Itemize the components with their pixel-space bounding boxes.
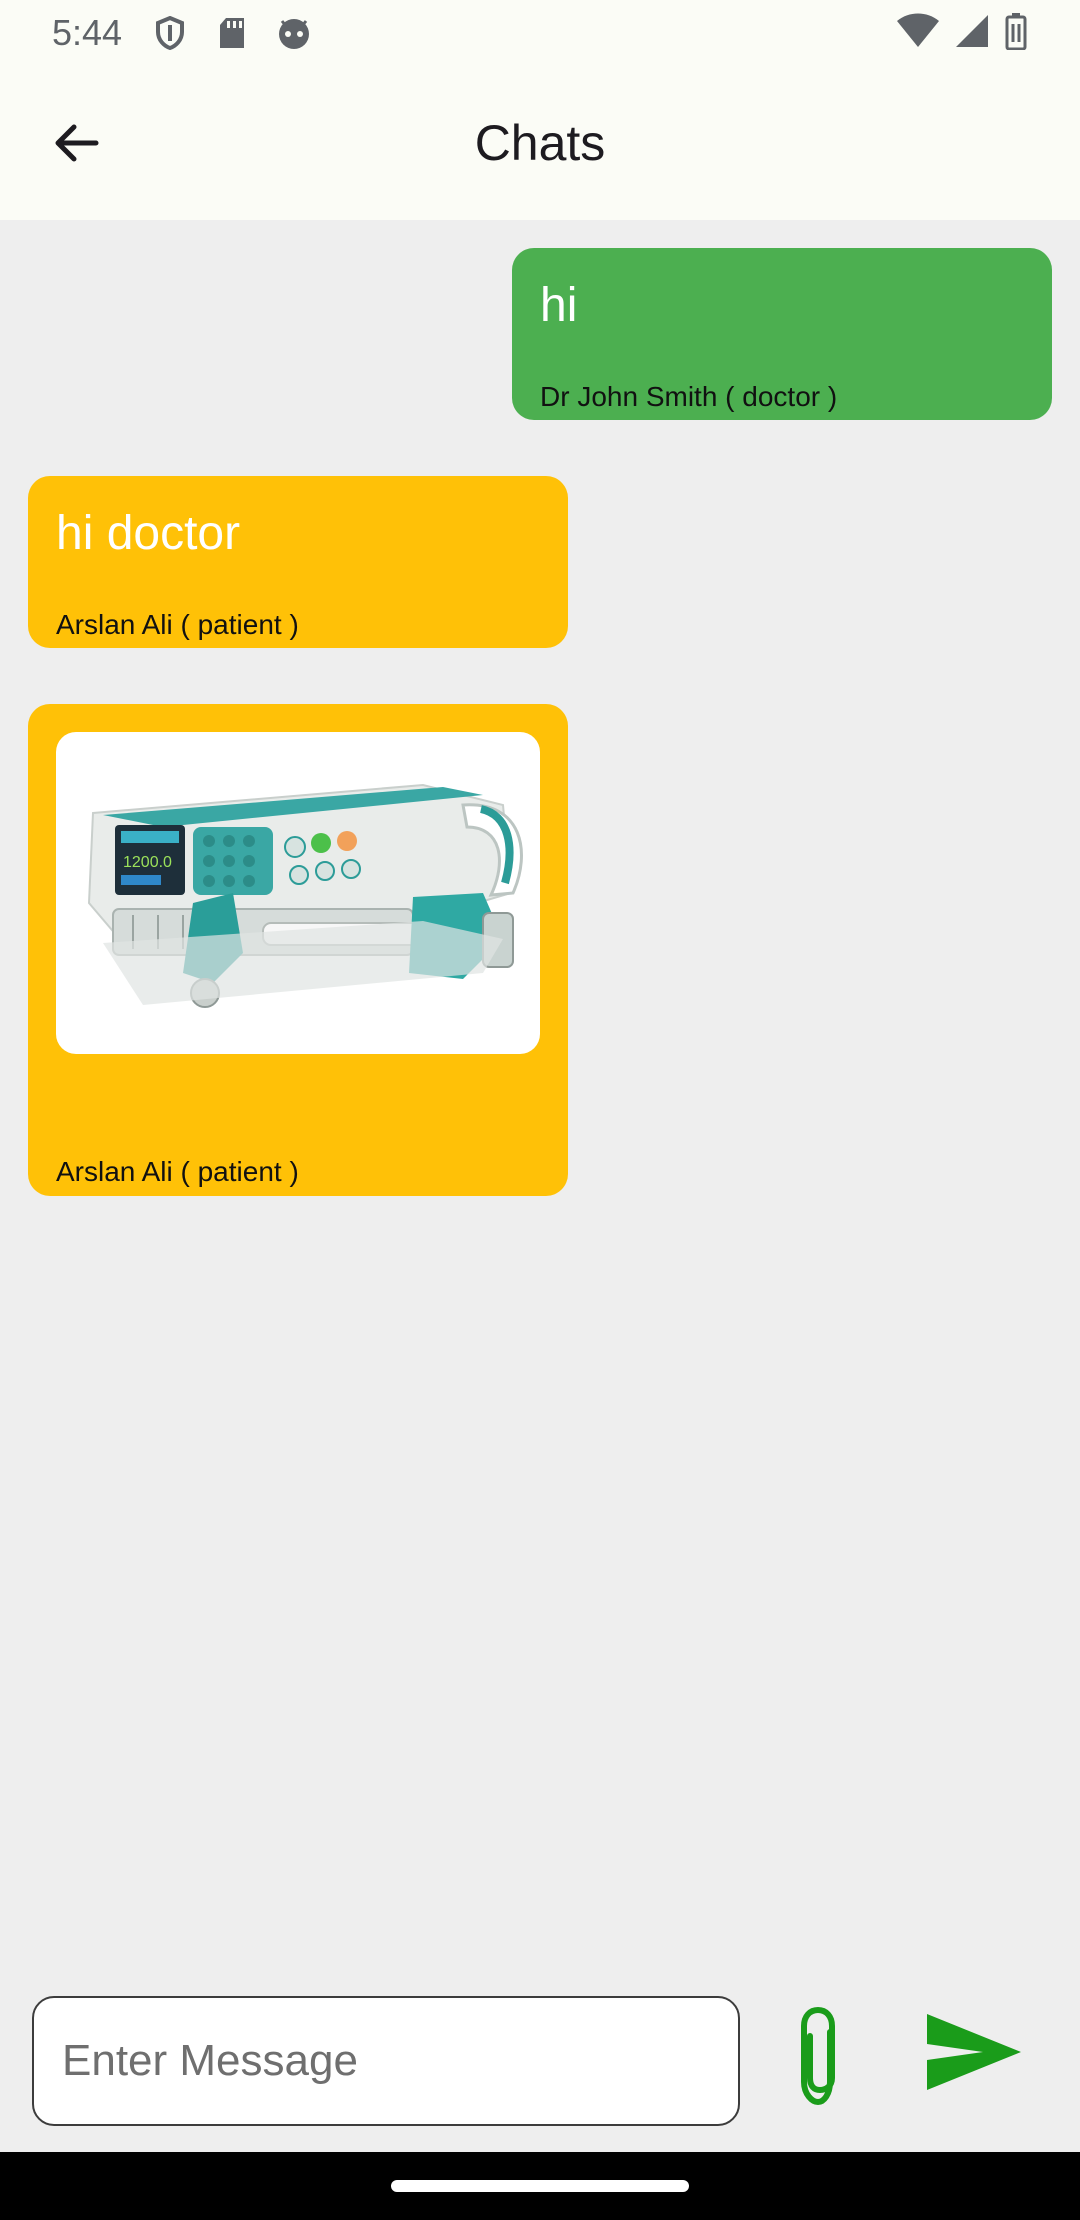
status-right-icons bbox=[896, 12, 1028, 55]
page-title: Chats bbox=[474, 115, 606, 171]
system-nav-bar bbox=[0, 2152, 1080, 2220]
sd-card-icon bbox=[214, 15, 250, 51]
chat-screen: 5:44 Chats hi Dr John Smith (doctor) h… bbox=[0, 0, 1080, 2220]
message-bubble-image[interactable]: 1200.0 Arslan Ali (patient) bbox=[28, 704, 568, 1196]
composer bbox=[0, 1980, 1080, 2152]
message-image[interactable]: 1200.0 bbox=[56, 732, 540, 1054]
message-text: hi doctor bbox=[56, 507, 241, 560]
message-input[interactable] bbox=[32, 1996, 740, 2126]
message-sender: Arslan Ali ( patient ) bbox=[56, 1156, 299, 1187]
message-bubble-sent[interactable]: hi Dr John Smith ( doctor ) bbox=[512, 248, 1052, 420]
wifi-icon bbox=[896, 13, 940, 54]
send-icon bbox=[927, 2014, 1021, 2090]
shield-icon bbox=[152, 15, 188, 51]
svg-text:1200.0: 1200.0 bbox=[123, 854, 172, 871]
attach-button[interactable] bbox=[782, 1996, 854, 2116]
send-button[interactable] bbox=[918, 2002, 1028, 2102]
message-bubble-received[interactable]: hi doctor Arslan Ali ( patient ) bbox=[28, 476, 568, 648]
message-sender: Dr John Smith ( doctor ) bbox=[540, 381, 838, 412]
message-text: hi bbox=[540, 279, 578, 332]
cell-signal-icon bbox=[954, 13, 990, 54]
android-face-icon bbox=[276, 15, 312, 51]
back-button[interactable] bbox=[44, 111, 108, 175]
status-bar: 5:44 bbox=[0, 0, 1080, 66]
arrow-back-icon bbox=[55, 124, 99, 162]
status-time: 5:44 bbox=[52, 12, 123, 53]
battery-icon bbox=[1004, 12, 1028, 55]
app-bar: Chats bbox=[0, 66, 1080, 220]
message-list[interactable]: hi Dr John Smith ( doctor ) hi doctor Ar… bbox=[0, 220, 1080, 1980]
paperclip-icon bbox=[801, 2006, 835, 2106]
home-indicator[interactable] bbox=[391, 2180, 689, 2192]
message-sender: Arslan Ali ( patient ) bbox=[56, 609, 299, 640]
syringe-pump-image: 1200.0 bbox=[87, 783, 523, 1008]
